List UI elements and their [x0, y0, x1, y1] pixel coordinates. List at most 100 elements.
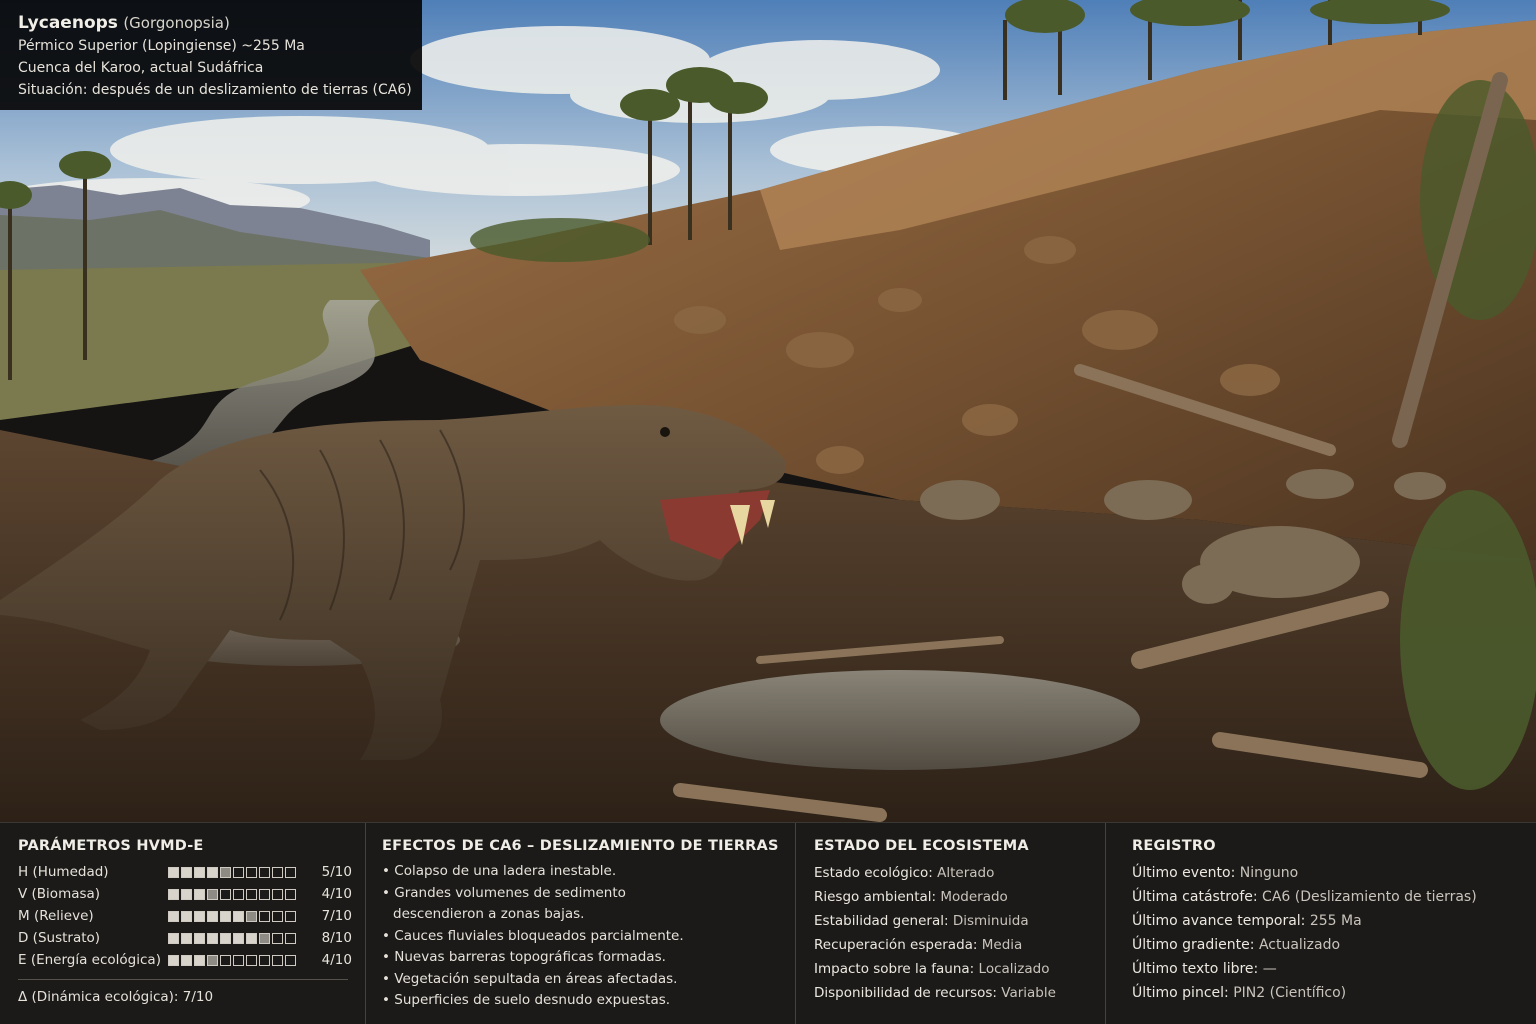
- log-key: Última catástrofe:: [1132, 889, 1258, 905]
- level-segment: [194, 888, 205, 900]
- log-value: 255 Ma: [1309, 913, 1362, 929]
- param-value: 4/10: [321, 886, 352, 902]
- param-row: H (Humedad) 5/10: [18, 861, 365, 883]
- level-segment: [246, 888, 257, 900]
- level-segment: [181, 910, 192, 922]
- level-segment: [194, 954, 205, 966]
- param-label: E (Energía ecológica): [18, 952, 161, 968]
- ecosystem-row: Estabilidad general: Disminuida: [814, 909, 1105, 933]
- ecosystem-row: Recuperación esperada: Media: [814, 933, 1105, 957]
- level-segment: [207, 888, 218, 900]
- level-segment: [181, 866, 192, 878]
- effects-panel: EFECTOS DE CA6 – DESLIZAMIENTO DE TIERRA…: [366, 823, 796, 1024]
- hud-panel: PARÁMETROS HVMD-E H (Humedad) 5/10 V (Biom…: [0, 822, 1536, 1024]
- species-location: Cuenca del Karoo, actual Sudáfrica: [18, 60, 264, 76]
- level-segment: [194, 866, 205, 878]
- ecosystem-key: Impacto sobre la fauna:: [814, 961, 975, 977]
- ecosystem-row: Disponibilidad de recursos: Variable: [814, 981, 1105, 1005]
- level-segment: [233, 910, 244, 922]
- param-value: 4/10: [321, 952, 352, 968]
- param-label: V (Biomasa): [18, 886, 101, 902]
- log-key: Último texto libre:: [1132, 961, 1259, 977]
- log-row: Último gradiente: Actualizado: [1132, 933, 1536, 957]
- effect-item: Colapso de una ladera inestable.: [382, 861, 795, 883]
- level-segment: [207, 866, 218, 878]
- effect-item: Superficies de suelo desnudo expuestas.: [382, 990, 795, 1012]
- level-segment: [246, 954, 257, 966]
- scene-illustration: [0, 0, 1536, 822]
- level-segment: [259, 910, 270, 922]
- level-segment: [246, 866, 257, 878]
- level-segment: [220, 932, 231, 944]
- params-divider: [18, 979, 348, 980]
- species-title: Lycaenops (Gorgonopsia): [18, 11, 422, 35]
- ecosystem-title: ESTADO DEL ECOSISTEMA: [814, 838, 1029, 854]
- param-row: D (Sustrato) 8/10: [18, 927, 365, 949]
- ecosystem-panel: ESTADO DEL ECOSISTEMA Estado ecológico: …: [796, 823, 1106, 1024]
- log-key: Último pincel:: [1132, 985, 1229, 1001]
- ecosystem-key: Riesgo ambiental:: [814, 889, 937, 905]
- log-value: PIN2 (Científico): [1233, 985, 1347, 1001]
- ecosystem-value: Localizado: [978, 961, 1050, 977]
- level-segment: [285, 866, 296, 878]
- species-group: (Gorgonopsia): [123, 14, 230, 32]
- level-segment: [285, 932, 296, 944]
- log-panel: REGISTRO Último evento: Ninguno Última ca…: [1106, 823, 1536, 1024]
- ecosystem-key: Estado ecológico:: [814, 865, 933, 881]
- log-row: Último evento: Ninguno: [1132, 861, 1536, 885]
- delta-value: Δ (Dinámica ecológica): 7/10: [18, 989, 214, 1005]
- level-segment: [259, 954, 270, 966]
- param-value: 5/10: [321, 864, 352, 880]
- level-segment: [246, 910, 257, 922]
- effect-item: Cauces fluviales bloqueados parcialmente…: [382, 926, 795, 948]
- effect-item: Nuevas barreras topográficas formadas.: [382, 947, 795, 969]
- log-row: Último pincel: PIN2 (Científico): [1132, 981, 1536, 1005]
- log-value: CA6 (Deslizamiento de tierras): [1262, 889, 1477, 905]
- level-segment: [233, 954, 244, 966]
- ecosystem-row: Estado ecológico: Alterado: [814, 861, 1105, 885]
- effects-title: EFECTOS DE CA6 – DESLIZAMIENTO DE TIERRA…: [382, 838, 779, 854]
- log-list: Último evento: Ninguno Última catástrofe:…: [1132, 861, 1536, 1005]
- species-situation: Situación: después de un deslizamiento d…: [18, 82, 412, 98]
- level-segment: [181, 954, 192, 966]
- level-segment: [168, 888, 179, 900]
- species-info-box: Lycaenops (Gorgonopsia) Pérmico Superior…: [0, 0, 422, 110]
- level-segment: [272, 932, 283, 944]
- level-segment: [233, 932, 244, 944]
- ecosystem-key: Recuperación esperada:: [814, 937, 978, 953]
- level-segment: [285, 888, 296, 900]
- log-value: Actualizado: [1258, 937, 1341, 953]
- level-segment: [207, 910, 218, 922]
- level-segment: [168, 954, 179, 966]
- level-segment: [272, 888, 283, 900]
- params-panel: PARÁMETROS HVMD-E H (Humedad) 5/10 V (Biom…: [0, 823, 366, 1024]
- log-row: Último texto libre: —: [1132, 957, 1536, 981]
- level-segment: [233, 888, 244, 900]
- ecosystem-row: Impacto sobre la fauna: Localizado: [814, 957, 1105, 981]
- level-segment: [181, 932, 192, 944]
- level-segment: [259, 932, 270, 944]
- level-segment: [194, 910, 205, 922]
- param-label: H (Humedad): [18, 864, 109, 880]
- level-segment: [272, 866, 283, 878]
- param-level-bar: [168, 888, 306, 900]
- level-segment: [168, 866, 179, 878]
- landslide-landscape: [0, 0, 1536, 822]
- log-title: REGISTRO: [1132, 838, 1216, 854]
- level-segment: [168, 932, 179, 944]
- level-segment: [168, 910, 179, 922]
- log-key: Último avance temporal:: [1132, 913, 1306, 929]
- level-segment: [246, 932, 257, 944]
- effect-item: Grandes volumenes de sedimento descendie…: [382, 883, 795, 926]
- level-segment: [181, 888, 192, 900]
- ecosystem-value: Variable: [1001, 985, 1056, 1001]
- level-segment: [220, 954, 231, 966]
- log-key: Último gradiente:: [1132, 937, 1255, 953]
- param-value: 7/10: [321, 908, 352, 924]
- params-title: PARÁMETROS HVMD-E: [18, 838, 204, 854]
- species-period: Pérmico Superior (Lopingiense) ~255 Ma: [18, 38, 305, 54]
- level-segment: [220, 910, 231, 922]
- param-level-bar: [168, 954, 306, 966]
- level-segment: [207, 932, 218, 944]
- ecosystem-key: Disponibilidad de recursos:: [814, 985, 997, 1001]
